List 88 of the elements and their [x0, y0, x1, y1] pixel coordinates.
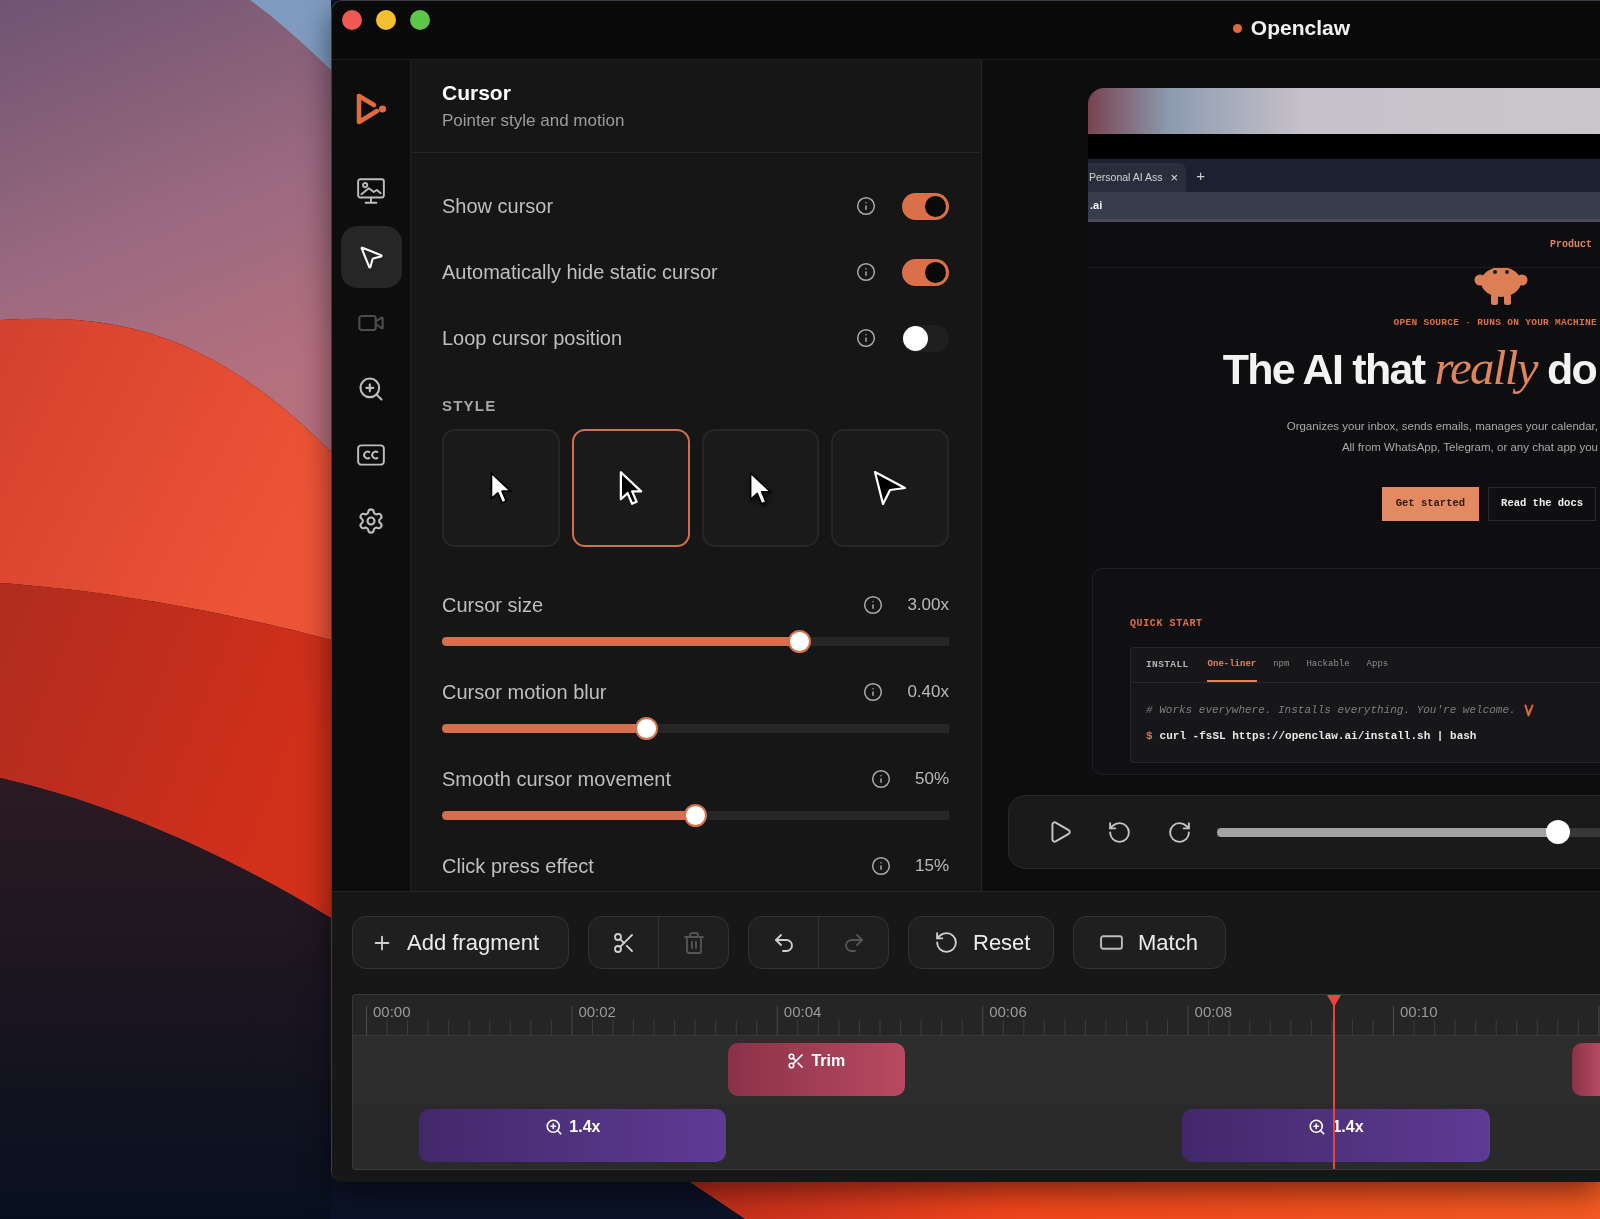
sidebar-item[interactable]: [340, 226, 402, 288]
prompt-symbol: $: [1146, 728, 1153, 744]
window-title: Openclaw: [1250, 15, 1350, 41]
maximize-button[interactable]: [410, 10, 430, 30]
setting-label: Automatically hide static cursor: [442, 260, 719, 285]
code-tab[interactable]: One-liner: [1206, 648, 1258, 682]
slider-thumb[interactable]: [788, 629, 812, 653]
info-icon[interactable]: [870, 856, 891, 876]
code-tab[interactable]: npm: [1272, 648, 1291, 682]
setting-label: Cursor size: [442, 593, 545, 618]
ruler-label: 00:02: [578, 1003, 616, 1021]
cursor-triangle-icon: [872, 469, 909, 507]
eyebrow-text: OPEN SOURCE · RUNS ON YOUR MACHINE: [1393, 316, 1598, 330]
code-comment: # Works everywhere. Installs everything. You're welcome.: [1146, 702, 1516, 718]
setting-label: Smooth cursor movement: [442, 767, 672, 792]
cursor-style-option[interactable]: [571, 429, 690, 547]
cta-button[interactable]: Get started: [1381, 487, 1480, 521]
slider-thumb[interactable]: [684, 803, 707, 827]
setting-label: Loop cursor position: [442, 326, 624, 351]
ruler-label: 00:04: [783, 1003, 822, 1021]
zoom-in-icon: [545, 1118, 564, 1136]
setting-label: Click press effect: [442, 854, 595, 879]
scissors-icon: [611, 930, 636, 955]
clip-label: 1.4x: [569, 1117, 601, 1137]
code-tab[interactable]: Hackable: [1305, 648, 1351, 682]
section-heading: QUICK START: [1130, 617, 1204, 631]
info-icon[interactable]: [856, 196, 876, 216]
claw-icon: [1523, 703, 1534, 717]
ruler-label: 00:10: [1400, 1003, 1438, 1021]
setting-label: Cursor motion blur: [442, 680, 608, 705]
slider-thumb[interactable]: [1545, 820, 1570, 844]
cursor-arrow-icon: [488, 471, 513, 505]
install-command: curl -fsSL https://openclaw.ai/install.sh | bash: [1159, 728, 1477, 744]
clip-label: 1.4x: [1332, 1117, 1364, 1137]
setting-label: Show cursor: [442, 194, 555, 219]
code-tab[interactable]: Apps: [1365, 648, 1390, 682]
reset-button[interactable]: Reset: [908, 916, 1054, 969]
circular-arrow-icon: [934, 930, 959, 955]
panel-subtitle: Pointer style and motion: [442, 110, 626, 132]
trim-clip[interactable]: Trim: [727, 1043, 906, 1096]
install-label: INSTALL: [1146, 657, 1189, 672]
monitor-image-icon: [356, 176, 386, 206]
info-icon[interactable]: [856, 262, 876, 282]
clockwise-arrow-icon: [1166, 819, 1192, 845]
match-button[interactable]: Match: [1073, 916, 1226, 969]
cta-button[interactable]: Read the docs: [1488, 487, 1596, 521]
zoom-clip[interactable]: 1.4x: [419, 1109, 727, 1162]
zoom-in-icon: [1308, 1118, 1327, 1136]
settings-icon: [357, 507, 385, 535]
info-icon[interactable]: [863, 682, 884, 702]
info-icon[interactable]: [870, 769, 891, 789]
clip-label: Trim: [811, 1051, 846, 1071]
new-tab-button[interactable]: +: [1196, 167, 1205, 184]
add-fragment-button[interactable]: Add fragment: [352, 916, 569, 969]
slider-thumb[interactable]: [635, 716, 659, 740]
ruler-label: 00:08: [1194, 1003, 1233, 1021]
setting-value: 0.40x: [907, 681, 949, 704]
cursor-arrow-icon: [617, 470, 644, 506]
browser-tab[interactable]: Personal AI Ass ×: [1088, 163, 1187, 192]
toggle-switch[interactable]: [902, 192, 949, 220]
trim-clip[interactable]: [1571, 1043, 1600, 1096]
tab-close-button[interactable]: ×: [1170, 170, 1179, 185]
section-label: STYLE: [442, 396, 498, 416]
logo-icon: [354, 92, 388, 126]
info-icon[interactable]: [856, 328, 876, 348]
hero-subtitle: Organizes your inbox, sends emails, manages your calendar, All from WhatsApp, Telegram, or any chat app you: [1286, 419, 1599, 455]
toggle-switch[interactable]: [902, 324, 949, 352]
cursor-arrow-icon: [747, 470, 773, 506]
ruler-label: 00:06: [989, 1003, 1027, 1021]
ruler-label: 00:00: [373, 1003, 411, 1021]
setting-value: 3.00x: [907, 594, 949, 617]
headline: The AI that really do: [1222, 343, 1597, 394]
counterclockwise-arrow-icon: [1106, 819, 1132, 845]
url-text: .ai: [1090, 198, 1103, 214]
setting-value: 15%: [914, 855, 949, 878]
close-button[interactable]: [342, 10, 362, 30]
zoom-in-icon: [357, 375, 385, 403]
nav-link[interactable]: Product: [1550, 237, 1592, 252]
scissors-icon: [787, 1052, 806, 1070]
panel-title: Cursor: [442, 80, 512, 106]
minimize-button[interactable]: [376, 10, 396, 30]
tab-title: Personal AI Ass: [1089, 169, 1163, 185]
info-icon[interactable]: [863, 595, 884, 615]
toggle-switch[interactable]: [902, 258, 949, 286]
trash-icon: [681, 930, 706, 955]
zoom-clip[interactable]: 1.4x: [1182, 1109, 1490, 1162]
setting-value: 50%: [914, 768, 949, 791]
address-bar[interactable]: .ai: [1088, 192, 1600, 222]
